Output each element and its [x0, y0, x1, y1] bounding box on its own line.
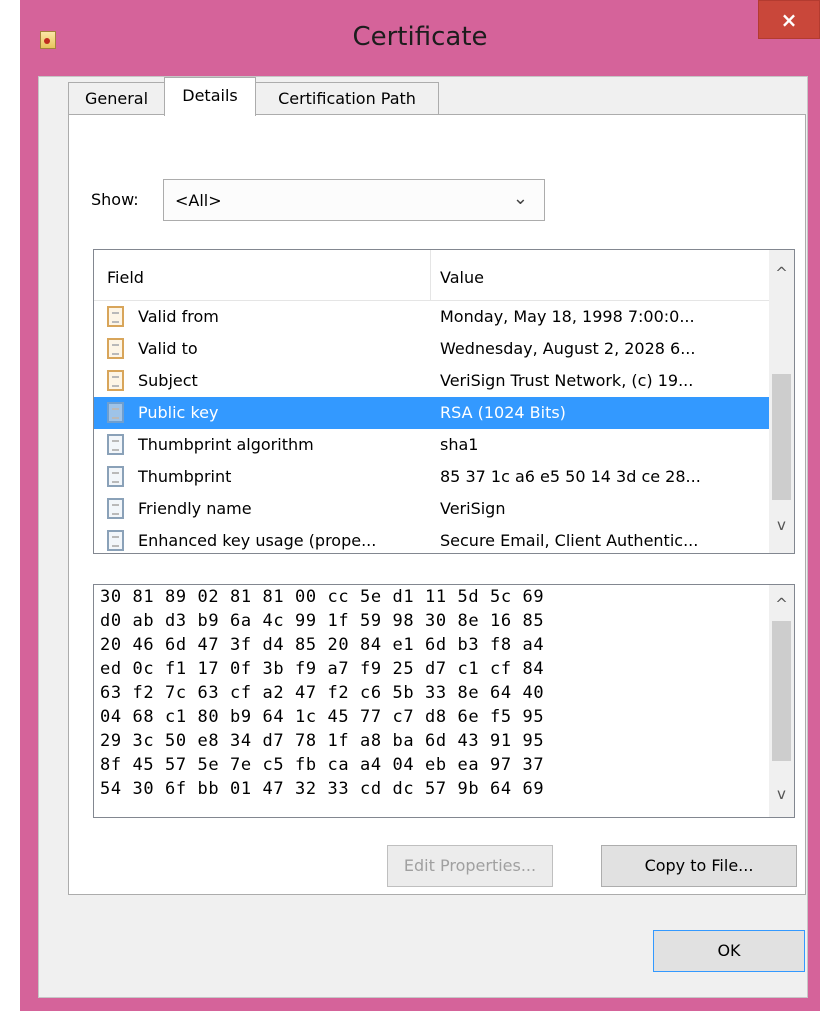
field-value: Wednesday, August 2, 2028 6... — [440, 339, 696, 358]
tab-details[interactable]: Details — [164, 77, 256, 116]
field-value: sha1 — [440, 435, 479, 454]
show-label-text: Show: — [91, 190, 139, 209]
field-name: Thumbprint algorithm — [138, 435, 314, 454]
scroll-up-icon[interactable]: ^ — [769, 264, 794, 282]
field-value: Monday, May 18, 1998 7:00:0... — [440, 307, 695, 326]
edit-properties-button[interactable]: Edit Properties... — [387, 845, 553, 887]
field-name: Enhanced key usage (prope... — [138, 531, 377, 550]
list-item[interactable]: Friendly name VeriSign — [94, 493, 771, 525]
hex-line: 30 81 89 02 81 81 00 cc 5e d1 11 5d 5c 6… — [100, 587, 545, 607]
tab-certification-path[interactable]: Certification Path — [255, 82, 439, 115]
field-name: Thumbprint — [138, 467, 232, 486]
dialog-client-area: General Details Certification Path Show:… — [38, 76, 808, 998]
hex-line: 29 3c 50 e8 34 d7 78 1f a8 ba 6d 43 91 9… — [100, 731, 545, 751]
list-item-selected[interactable]: Public key RSA (1024 Bits) — [94, 397, 771, 429]
list-item[interactable]: Subject VeriSign Trust Network, (c) 19..… — [94, 365, 771, 397]
field-name: Public key — [138, 403, 219, 422]
show-selected-value: <All> — [175, 191, 222, 210]
field-name: Valid from — [138, 307, 219, 326]
detail-scroll-thumb[interactable] — [772, 621, 791, 761]
list-item[interactable]: Thumbprint 85 37 1c a6 e5 50 14 3d ce 28… — [94, 461, 771, 493]
hex-line: ed 0c f1 17 0f 3b f9 a7 f9 25 d7 c1 cf 8… — [100, 659, 545, 679]
list-item[interactable]: Enhanced key usage (prope... Secure Emai… — [94, 525, 771, 553]
show-dropdown[interactable]: <All> ⌄ — [163, 179, 545, 221]
list-item[interactable]: Valid from Monday, May 18, 1998 7:00:0..… — [94, 301, 771, 333]
certificate-field-icon — [107, 338, 124, 359]
show-label: Show: — [91, 190, 139, 209]
scroll-up-icon[interactable]: ^ — [769, 595, 794, 613]
field-value: VeriSign — [440, 499, 506, 518]
scroll-down-icon[interactable]: v — [769, 785, 794, 803]
window-title: Certificate — [352, 22, 488, 52]
certificate-field-icon — [107, 402, 124, 423]
field-value: Secure Email, Client Authentic... — [440, 531, 699, 550]
field-value: 85 37 1c a6 e5 50 14 3d ce 28... — [440, 467, 701, 486]
chevron-down-icon: ⌄ — [512, 188, 528, 209]
detail-scrollbar[interactable]: ^ v — [769, 585, 794, 817]
column-divider[interactable] — [430, 250, 431, 300]
copy-to-file-button[interactable]: Copy to File... — [601, 845, 797, 887]
list-scrollbar[interactable]: ^ v — [769, 250, 794, 553]
list-scroll-thumb[interactable] — [772, 374, 791, 500]
hex-line: d0 ab d3 b9 6a 4c 99 1f 59 98 30 8e 16 8… — [100, 611, 545, 631]
hex-line: 8f 45 57 5e 7e c5 fb ca a4 04 eb ea 97 3… — [100, 755, 545, 775]
certificate-field-icon — [107, 306, 124, 327]
field-name: Valid to — [138, 339, 198, 358]
scroll-down-icon[interactable]: v — [769, 516, 794, 534]
field-name: Subject — [138, 371, 198, 390]
close-button[interactable]: × — [758, 0, 820, 39]
field-name: Friendly name — [138, 499, 252, 518]
title-bar[interactable]: Certificate × — [20, 0, 820, 76]
field-list[interactable]: Field Value Valid from Monday, May 18, 1… — [93, 249, 795, 554]
hex-line: 04 68 c1 80 b9 64 1c 45 77 c7 d8 6e f5 9… — [100, 707, 545, 727]
certificate-field-icon — [107, 370, 124, 391]
property-icon — [107, 530, 124, 551]
hex-line: 20 46 6d 47 3f d4 85 20 84 e1 6d b3 f8 a… — [100, 635, 545, 655]
field-value: RSA (1024 Bits) — [440, 403, 566, 422]
hex-line: 63 f2 7c 63 cf a2 47 f2 c6 5b 33 8e 64 4… — [100, 683, 545, 703]
tab-general[interactable]: General — [68, 82, 165, 115]
property-icon — [107, 498, 124, 519]
property-icon — [107, 434, 124, 455]
column-header-value[interactable]: Value — [440, 268, 484, 287]
field-value: VeriSign Trust Network, (c) 19... — [440, 371, 694, 390]
list-header: Field Value — [94, 250, 771, 301]
ok-button[interactable]: OK — [653, 930, 805, 972]
list-item[interactable]: Thumbprint algorithm sha1 — [94, 429, 771, 461]
value-detail-box[interactable]: 30 81 89 02 81 81 00 cc 5e d1 11 5d 5c 6… — [93, 584, 795, 818]
column-header-field[interactable]: Field — [107, 268, 144, 287]
list-item[interactable]: Valid to Wednesday, August 2, 2028 6... — [94, 333, 771, 365]
hex-line: 54 30 6f bb 01 47 32 33 cd dc 57 9b 64 6… — [100, 779, 545, 799]
property-icon — [107, 466, 124, 487]
certificate-window: Certificate × General Details Certificat… — [20, 0, 820, 1011]
details-tab-page: Show: <All> ⌄ Field Value Valid from Mon… — [68, 114, 806, 895]
